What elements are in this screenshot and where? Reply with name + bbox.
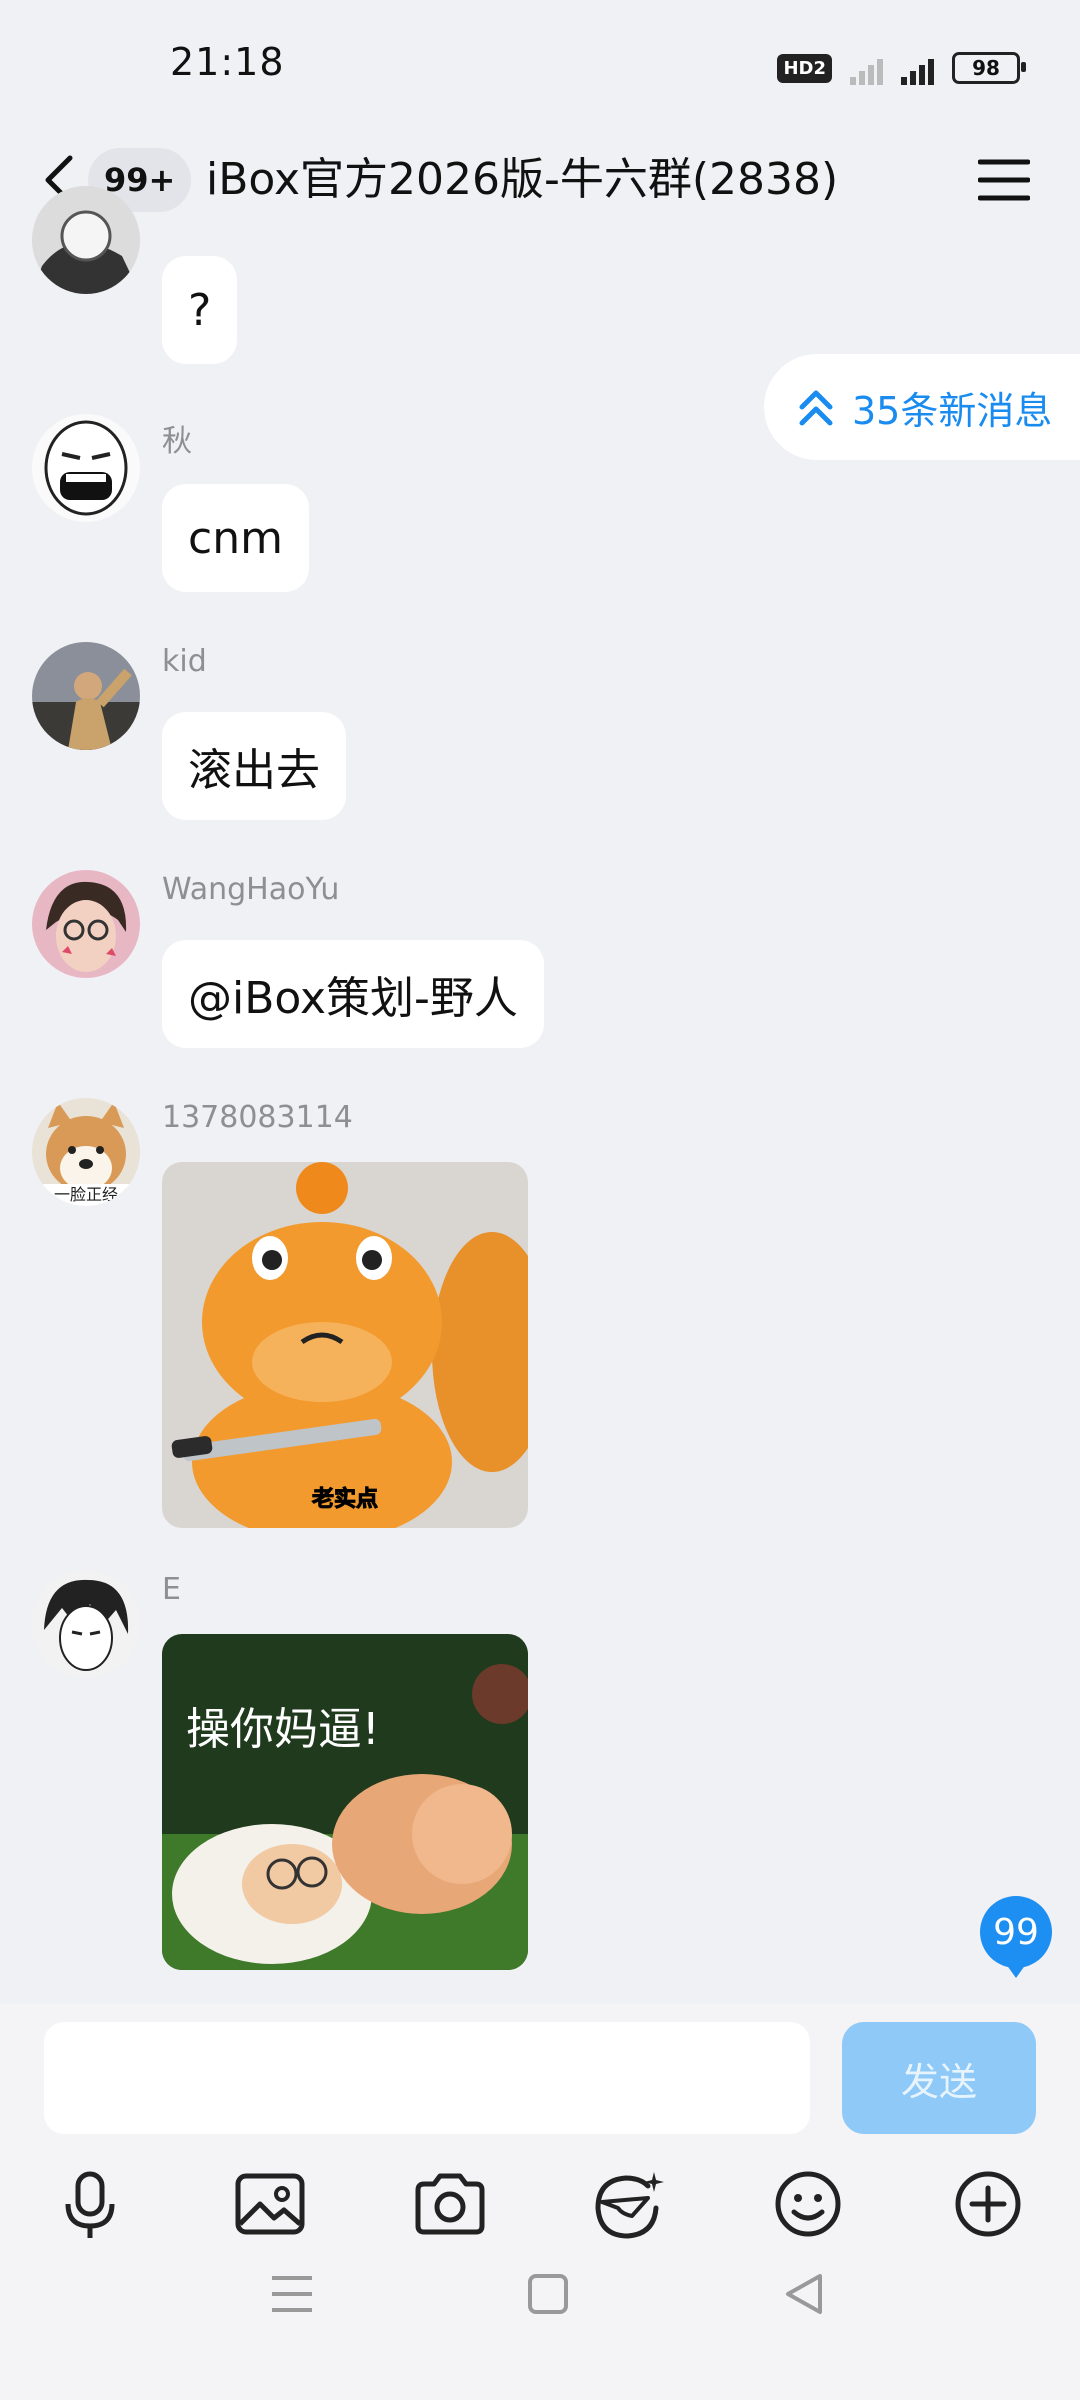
back-nav-icon[interactable] bbox=[776, 2264, 836, 2324]
sender-name: kid bbox=[162, 644, 207, 679]
sender-name: E bbox=[162, 1572, 181, 1607]
sticker-face-icon[interactable] bbox=[588, 2164, 668, 2244]
send-button[interactable]: 发送 bbox=[842, 2022, 1036, 2134]
input-bar: 发送 bbox=[0, 2004, 1080, 2400]
sender-name: WangHaoYu bbox=[162, 872, 340, 907]
chat-title: iBox官方2026版-牛六群(2838) bbox=[206, 154, 839, 205]
sticker-image[interactable]: 老实点 bbox=[162, 1162, 528, 1528]
avatar[interactable]: 一脸正经 bbox=[32, 1098, 140, 1206]
message-bubble[interactable]: @iBox策划-野人 bbox=[162, 940, 544, 1048]
double-chevron-up-icon bbox=[799, 390, 833, 426]
sticker-caption: 老实点 bbox=[311, 1486, 378, 1512]
avatar-caption: 一脸正经 bbox=[54, 1185, 118, 1204]
signal-sim1-icon bbox=[850, 51, 883, 85]
sender-name: 1378083114 bbox=[162, 1100, 353, 1135]
chat-header: 99+ iBox官方2026版-牛六群(2838) bbox=[0, 130, 1080, 230]
avatar[interactable] bbox=[32, 1570, 140, 1678]
emoji-icon[interactable] bbox=[768, 2164, 848, 2244]
status-icons: HD2 98 bbox=[777, 48, 1026, 88]
status-time: 21:18 bbox=[170, 40, 285, 84]
recent-apps-icon[interactable] bbox=[262, 2264, 322, 2324]
new-messages-label: 35条新消息 bbox=[852, 388, 1053, 433]
message-bubble[interactable]: 滚出去 bbox=[162, 712, 346, 820]
avatar[interactable] bbox=[32, 414, 140, 522]
avatar[interactable] bbox=[32, 870, 140, 978]
menu-icon[interactable] bbox=[978, 156, 1030, 204]
plus-icon[interactable] bbox=[948, 2164, 1028, 2244]
camera-icon[interactable] bbox=[410, 2164, 490, 2244]
status-bar: 21:18 HD2 98 bbox=[0, 0, 1080, 130]
home-icon[interactable] bbox=[518, 2264, 578, 2324]
message-input[interactable] bbox=[44, 2022, 810, 2134]
sender-name: 秋 bbox=[162, 424, 192, 459]
avatar[interactable] bbox=[32, 186, 140, 294]
hd-voice-icon: HD2 bbox=[777, 53, 832, 83]
avatar[interactable] bbox=[32, 642, 140, 750]
new-messages-button[interactable]: 35条新消息 bbox=[764, 354, 1080, 460]
microphone-icon[interactable] bbox=[50, 2164, 130, 2244]
battery-icon: 98 bbox=[952, 52, 1026, 84]
unread-badge[interactable]: 99 bbox=[980, 1896, 1052, 1978]
signal-5g-icon bbox=[901, 51, 934, 85]
image-icon[interactable] bbox=[230, 2164, 310, 2244]
message-bubble[interactable]: cnm bbox=[162, 484, 309, 592]
sticker-caption: 操你妈逼! bbox=[186, 1704, 380, 1755]
sticker-image[interactable]: 操你妈逼! bbox=[162, 1634, 528, 1970]
message-bubble[interactable]: ? bbox=[162, 256, 238, 364]
